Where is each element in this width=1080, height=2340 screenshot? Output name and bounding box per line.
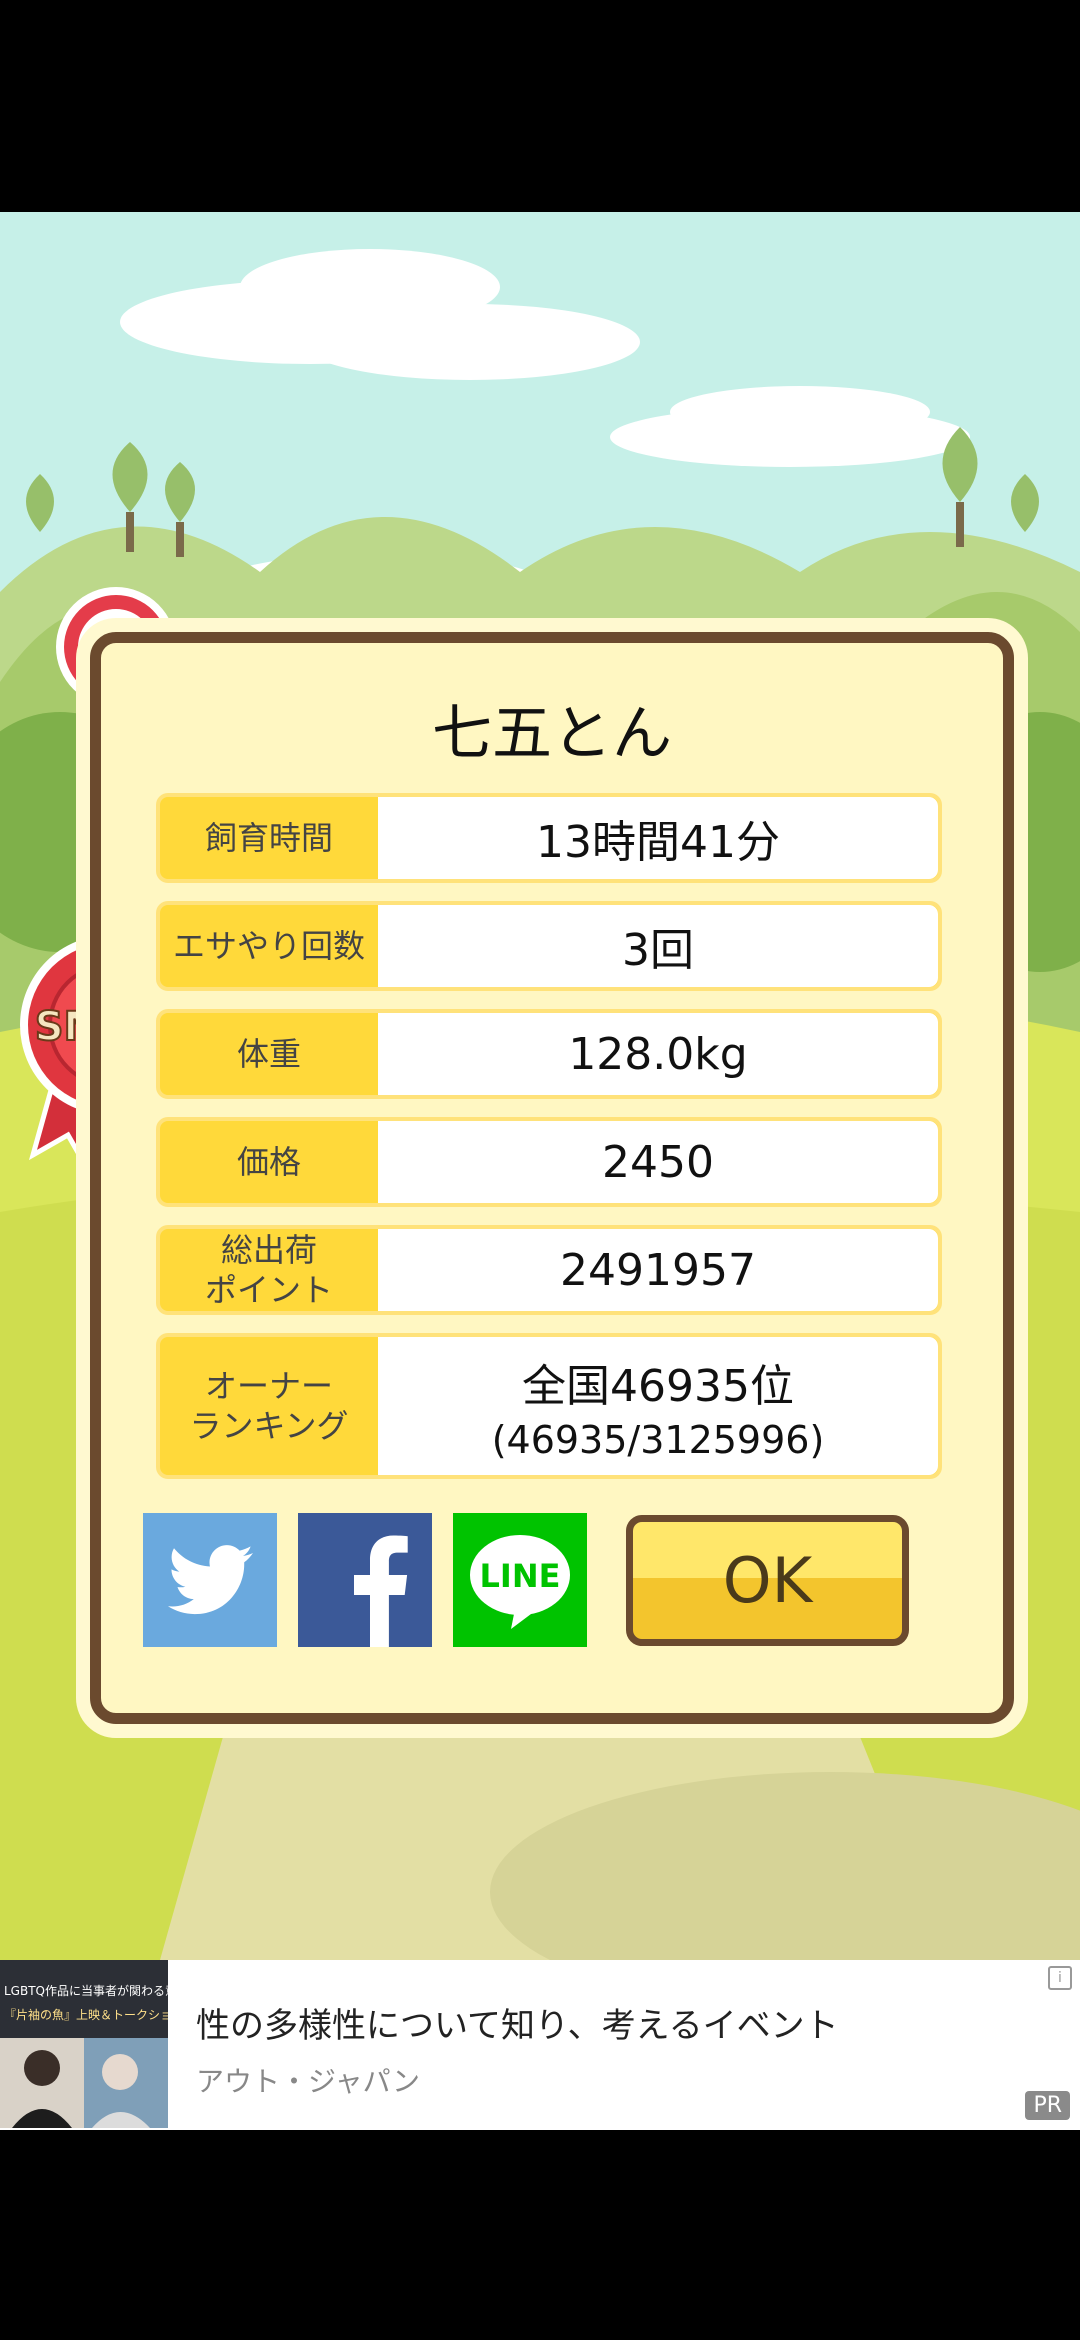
stat-label: オーナー ランキング [189,1367,349,1445]
stat-value: 2450 [378,1121,938,1203]
ad-info-icon[interactable]: i [1048,1966,1072,1990]
stat-row-shipping-points: 総出荷 ポイント 2491957 [156,1225,942,1315]
ad-source: アウト・ジャパン [196,2065,421,2098]
status-bar-area [0,0,1080,212]
ok-button[interactable]: OK [626,1515,909,1646]
pig-name: 七五とん [432,699,672,769]
stat-label: エサやり回数 [172,927,365,965]
twitter-share-button[interactable] [143,1513,277,1647]
ad-thumb-photo [0,2038,168,2128]
stat-row-price: 価格 2450 [156,1117,942,1207]
ad-banner[interactable]: LGBTQ作品に当事者が関わる意味 『片袖の魚』上映＆トークショー 性の多様性に… [0,1960,1080,2130]
line-share-button[interactable]: LINE [453,1513,587,1647]
stat-row-owner-ranking: オーナー ランキング 全国46935位 (46935/3125996) [156,1333,942,1479]
stat-value: 2491957 [378,1229,938,1311]
navigation-bar-area [0,2130,1080,2340]
stat-value: 13時間41分 [378,797,938,879]
line-label: LINE [480,1557,561,1595]
ad-pr-badge: PR [1025,2091,1070,2120]
ranking-value: 全国46935位 (46935/3125996) [378,1337,938,1475]
stat-row-weight: 体重 128.0kg [156,1009,942,1099]
stat-label: 価格 [236,1143,301,1181]
stat-row-raising-time: 飼育時間 13時間41分 [156,793,942,883]
stat-value: 128.0kg [378,1013,938,1095]
stat-label: 飼育時間 [204,819,333,857]
stat-value: 3回 [378,905,938,987]
facebook-share-button[interactable] [298,1513,432,1647]
pig-status-dialog: 七五とん 飼育時間 13時間41分 エサやり回数 3回 体重 128.0kg 価… [90,632,1014,1724]
stat-label: 総出荷 ポイント [204,1231,333,1309]
stat-label: 体重 [236,1035,301,1073]
ranking-position: 全国46935位 [522,1361,794,1412]
stat-row-feed-count: エサやり回数 3回 [156,901,942,991]
ad-title[interactable]: 性の多様性について知り、考えるイベント [196,1998,839,2047]
ranking-detail: (46935/3125996) [491,1418,825,1462]
ad-thumbnail[interactable]: LGBTQ作品に当事者が関わる意味 『片袖の魚』上映＆トークショー [0,1960,168,2128]
